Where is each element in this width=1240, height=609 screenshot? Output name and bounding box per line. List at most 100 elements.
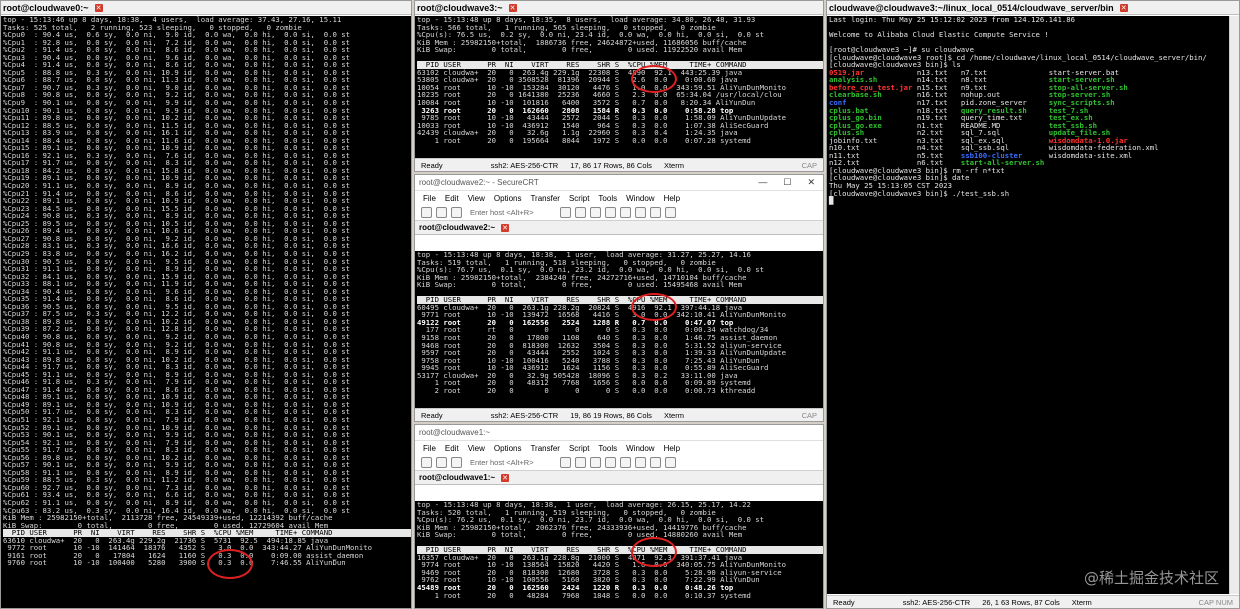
keymap-icon[interactable]	[650, 207, 661, 218]
terminal-line: █	[829, 196, 834, 206]
menu-item-tools[interactable]: Tools	[598, 194, 617, 203]
tab-title: root@cloudwave2:~	[419, 223, 496, 232]
status-term: Xterm	[1071, 597, 1092, 607]
keymap-icon[interactable]	[650, 457, 661, 468]
menu-item-file[interactable]: File	[423, 444, 436, 453]
close-icon[interactable]: ✕	[508, 3, 517, 12]
minimize-icon[interactable]: —	[758, 177, 767, 188]
menu-bar: File Edit View Options Transfer Script Tools Wi…	[415, 191, 823, 205]
status-cipher: ssh2: AES-256-CTR	[490, 160, 559, 170]
tab-cloudwave0[interactable]: root@cloudwave0:~ ✕	[1, 1, 411, 15]
help-icon[interactable]	[665, 457, 676, 468]
print-icon[interactable]	[605, 457, 616, 468]
status-term: Xterm	[663, 160, 684, 170]
watermark: @稀土掘金技术社区	[1083, 569, 1219, 587]
status-cap: CAP	[801, 160, 817, 170]
terminal-output[interactable]: top - 15:13:48 up 8 days, 18:35, 8 users…	[415, 16, 823, 158]
status-ready: Ready	[421, 410, 443, 420]
close-icon[interactable]: ✕	[501, 223, 510, 232]
scrollbar[interactable]	[1229, 16, 1239, 594]
quick-connect-icon[interactable]	[436, 207, 447, 218]
securecrt-window-cloudwave2: root@cloudwave2:~ - SecureCRT — ☐ ✕ File…	[414, 174, 824, 422]
copy-icon[interactable]	[560, 207, 571, 218]
sftp-icon[interactable]	[635, 207, 646, 218]
menu-bar: File Edit View Options Transfer Script Tools Wi…	[415, 441, 823, 455]
close-icon[interactable]: ✕	[1119, 3, 1128, 12]
close-icon[interactable]: ✕	[94, 3, 103, 12]
maximize-icon[interactable]: ☐	[783, 177, 791, 188]
status-cipher: ssh2: AES-256-CTR	[902, 597, 971, 607]
menu-item-options[interactable]: Options	[494, 444, 522, 453]
terminal-line: KiB Swap: 0 total, 0 free, 0 used. 11922…	[417, 45, 743, 55]
menu-item-help[interactable]: Help	[664, 194, 680, 203]
window-title: root@cloudwave2:~ - SecureCRT	[419, 178, 539, 187]
terminal-pane-cloudwave3-bin: cloudwave@cloudwave3:~/linux_local_0514/…	[826, 0, 1240, 609]
status-cipher: ssh2: AES-256-CTR	[490, 410, 559, 420]
quick-connect-icon[interactable]	[436, 457, 447, 468]
menu-item-file[interactable]: File	[423, 194, 436, 203]
window-titlebar[interactable]: root@cloudwave1:~	[415, 425, 823, 441]
print-icon[interactable]	[605, 207, 616, 218]
menu-item-window[interactable]: Window	[626, 444, 654, 453]
securecrt-window-cloudwave1: root@cloudwave1:~ File Edit View Options Tra…	[414, 424, 824, 609]
tab-cloudwave3-bin[interactable]: cloudwave@cloudwave3:~/linux_local_0514/…	[827, 1, 1239, 15]
status-bar: Ready ssh2: AES-256-CTR 19, 86 19 Rows, …	[415, 408, 823, 421]
status-cap: CAP	[801, 410, 817, 420]
menu-item-view[interactable]: View	[468, 444, 485, 453]
terminal-output[interactable]: top - 15:13:46 up 8 days, 18:38, 4 users…	[1, 16, 411, 608]
menu-item-window[interactable]: Window	[626, 194, 654, 203]
settings-icon[interactable]	[620, 207, 631, 218]
session-icon[interactable]	[451, 457, 462, 468]
tab-title: root@cloudwave1:~	[419, 473, 496, 482]
terminal-line: KiB Swap: 0 total, 0 free, 0 used. 15495…	[417, 280, 743, 290]
status-bar: Ready ssh2: AES-256-CTR 26, 1 63 Rows, 8…	[827, 595, 1239, 608]
find-icon[interactable]	[590, 457, 601, 468]
menu-item-help[interactable]: Help	[664, 444, 680, 453]
tab-title: root@cloudwave3:~	[417, 2, 503, 13]
terminal-line: KiB Swap: 0 total, 0 free, 0 used. 14880…	[417, 530, 743, 540]
copy-icon[interactable]	[560, 457, 571, 468]
host-input[interactable]: Enter host <Alt+R>	[466, 458, 556, 467]
host-input[interactable]: Enter host <Alt+R>	[466, 208, 556, 217]
tab-cloudwave1[interactable]: root@cloudwave1:~ ✕	[415, 471, 823, 485]
tab-title: cloudwave@cloudwave3:~/linux_local_0514/…	[829, 2, 1114, 13]
paste-icon[interactable]	[575, 207, 586, 218]
sftp-icon[interactable]	[635, 457, 646, 468]
connect-icon[interactable]	[421, 457, 432, 468]
window-title: root@cloudwave1:~	[419, 428, 491, 437]
terminal-line: [cloudwave@cloudwave3 bin]$ ./test_ssb.s…	[829, 188, 1010, 198]
connect-icon[interactable]	[421, 207, 432, 218]
terminal-output[interactable]: top - 15:13:48 up 8 days, 18:38, 1 user,…	[415, 251, 823, 408]
menu-item-options[interactable]: Options	[494, 194, 522, 203]
menu-item-script[interactable]: Script	[569, 194, 589, 203]
window-titlebar[interactable]: root@cloudwave2:~ - SecureCRT — ☐ ✕	[415, 175, 823, 191]
menu-item-view[interactable]: View	[468, 194, 485, 203]
terminal-line: 9760 root 10 -10 100400 5280 3900 S 0.3 …	[3, 558, 346, 568]
tab-cloudwave2[interactable]: root@cloudwave2:~ ✕	[415, 221, 823, 235]
terminal-output[interactable]: top - 15:13:48 up 8 days, 18:38, 1 user,…	[415, 501, 823, 608]
menu-item-edit[interactable]: Edit	[445, 194, 459, 203]
settings-icon[interactable]	[620, 457, 631, 468]
status-position: 17, 86 17 Rows, 86 Cols	[570, 160, 652, 170]
terminal-pane-cloudwave3: root@cloudwave3:~ ✕ top - 15:13:48 up 8 …	[414, 0, 824, 172]
menu-item-edit[interactable]: Edit	[445, 444, 459, 453]
paste-icon[interactable]	[575, 457, 586, 468]
status-ready: Ready	[421, 160, 443, 170]
tab-cloudwave3[interactable]: root@cloudwave3:~ ✕	[415, 1, 823, 15]
menu-item-transfer[interactable]: Transfer	[530, 194, 560, 203]
close-icon[interactable]: ✕	[807, 177, 815, 188]
terminal-line: Last login: Thu May 25 15:12:02 2023 fro…	[829, 16, 1076, 24]
menu-item-tools[interactable]: Tools	[598, 444, 617, 453]
session-icon[interactable]	[451, 207, 462, 218]
menu-item-transfer[interactable]: Transfer	[530, 444, 560, 453]
find-icon[interactable]	[590, 207, 601, 218]
terminal-line: 1 root 20 0 195664 8044 1972 S 0.0 0.0 0…	[417, 135, 751, 145]
tab-title: root@cloudwave0:~	[3, 2, 89, 13]
status-position: 19, 86 19 Rows, 86 Cols	[570, 410, 652, 420]
close-icon[interactable]: ✕	[501, 473, 510, 482]
help-icon[interactable]	[665, 207, 676, 218]
terminal-line: 1 root 20 0 48284 7968 1848 S 0.0 0.0 0:…	[417, 590, 751, 600]
menu-item-script[interactable]: Script	[569, 444, 589, 453]
terminal-output[interactable]: Last login: Thu May 25 15:12:02 2023 fro…	[827, 16, 1229, 594]
terminal-pane-cloudwave0: root@cloudwave0:~ ✕ top - 15:13:46 up 8 …	[0, 0, 412, 609]
